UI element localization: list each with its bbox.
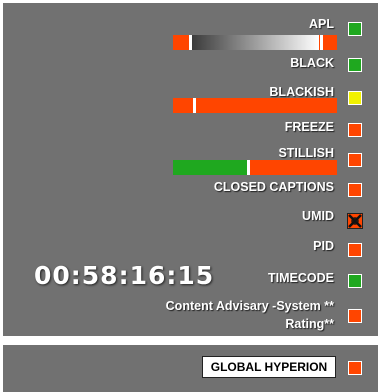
freeze-status-indicator — [348, 123, 362, 137]
blackish-level-bar — [173, 98, 337, 113]
black-status-indicator — [348, 58, 362, 72]
umid-label: UMID — [302, 209, 334, 223]
apl-label: APL — [309, 17, 334, 31]
stillish-level-marker — [246, 160, 250, 175]
content-advisory-label-line2: Rating** — [285, 317, 334, 331]
blackish-label: BLACKISH — [269, 85, 334, 99]
stillish-label: STILLISH — [278, 146, 334, 160]
global-hyperion-button[interactable]: GLOBAL HYPERION — [202, 356, 336, 378]
black-label: BLACK — [290, 56, 334, 70]
timecode-value: 00:58:16:15 — [34, 261, 215, 290]
global-panel: GLOBAL HYPERION — [3, 345, 378, 392]
global-hyperion-status-indicator — [348, 361, 362, 375]
stillish-status-indicator — [348, 153, 362, 167]
pid-status-indicator — [348, 243, 362, 257]
pid-label: PID — [313, 239, 334, 253]
freeze-label: FREEZE — [284, 120, 334, 134]
apl-level-marker — [189, 35, 193, 50]
apl-status-indicator — [348, 22, 362, 36]
closed-captions-label: CLOSED CAPTIONS — [213, 180, 334, 194]
blackish-status-indicator — [348, 91, 362, 105]
blackish-level-marker — [192, 98, 196, 113]
timecode-status-indicator — [348, 274, 362, 288]
closed-captions-status-indicator — [348, 183, 362, 197]
timecode-label: TIMECODE — [268, 271, 334, 285]
qc-indicator-panel: APL BLACK BLACKISH FREEZE STILLISH CLOSE… — [3, 3, 378, 336]
umid-disabled-icon — [347, 213, 363, 229]
content-advisory-status-indicator — [348, 309, 362, 323]
stillish-level-bar — [173, 160, 337, 175]
content-advisory-label: Content Advisary -System ** — [165, 299, 334, 313]
apl-level-bar — [173, 35, 337, 50]
